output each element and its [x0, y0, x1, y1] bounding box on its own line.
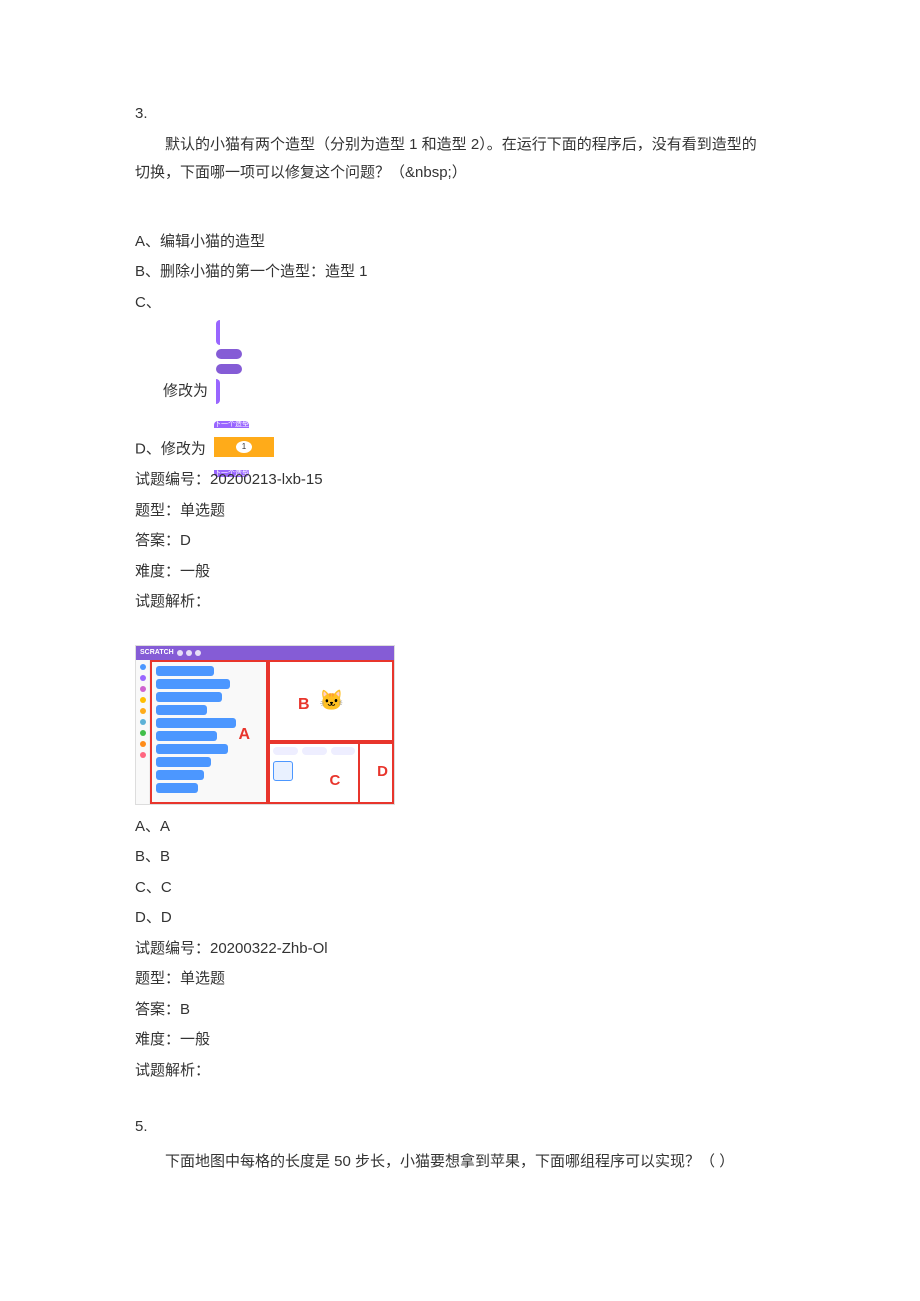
q4-option-d: D、D — [135, 904, 810, 933]
category-column — [136, 660, 150, 804]
q3-body: 默认的小猫有两个造型（分别为造型 1 和造型 2）。在运行下面的程序后，没有看到… — [135, 131, 810, 188]
q3-prompt-line1: 默认的小猫有两个造型（分别为造型 1 和造型 2）。在运行下面的程序后，没有看到… — [135, 131, 810, 160]
q3-option-c-label: 修改为 — [163, 383, 208, 400]
scratch-block-image-c — [216, 319, 265, 406]
q4-meta-answer: 答案：B — [135, 996, 810, 1025]
q3-option-b: B、删除小猫的第一个造型：造型 1 — [135, 258, 810, 287]
q5-number: 5. — [135, 1113, 810, 1142]
q3-option-d: D、修改为 下一个造型 1 下一个造型 — [135, 408, 810, 464]
q3-option-c: 修改为 — [135, 319, 810, 406]
region-label-b: B — [298, 690, 310, 720]
scratch-logo: SCRATCH — [140, 646, 174, 659]
sprite-pane-region-c: C — [268, 744, 360, 804]
q4-option-a: A、A — [135, 813, 810, 842]
region-label-a: A — [238, 720, 250, 750]
q3-option-c-prefix: C、 — [135, 289, 810, 318]
scratch-topbar: SCRATCH — [136, 646, 394, 660]
block-d-mid-text: 1 — [236, 441, 252, 453]
q4-meta-explanation: 试题解析： — [135, 1057, 810, 1086]
region-label-c: C — [329, 767, 340, 796]
q3-meta-answer: 答案：D — [135, 527, 810, 556]
q4-meta-id: 试题编号：20200322-Zhb-Ol — [135, 935, 810, 964]
q4-meta-type: 题型：单选题 — [135, 965, 810, 994]
q4-option-c: C、C — [135, 874, 810, 903]
q3-option-a: A、编辑小猫的造型 — [135, 228, 810, 257]
q3-options: A、编辑小猫的造型 B、删除小猫的第一个造型：造型 1 C、 修改为 D、修改为… — [135, 228, 810, 465]
q3-option-d-label: D、修改为 — [135, 441, 206, 458]
q3-meta-type: 题型：单选题 — [135, 497, 810, 526]
stage-thumb-region-d: D — [360, 744, 394, 804]
q5-prompt: 下面地图中每格的长度是 50 步长，小猫要想拿到苹果，下面哪组程序可以实现？（ … — [135, 1148, 810, 1177]
q3-meta-id: 试题编号：20200213-lxb-15 — [135, 466, 810, 495]
blocks-palette-region-a: A — [150, 660, 268, 804]
q4-meta-difficulty: 难度：一般 — [135, 1026, 810, 1055]
block-d-top-text: 下一个造型 — [214, 421, 249, 428]
cat-sprite-icon: 🐱 — [319, 682, 343, 720]
q3-prompt-line2: 切换，下面哪一项可以修复这个问题？（&nbsp;） — [135, 164, 467, 181]
q3-meta-explanation: 试题解析： — [135, 588, 810, 617]
scratch-editor-screenshot: SCRATCH A — [135, 645, 395, 805]
q3-number: 3. — [135, 100, 810, 129]
stage-region-b: 🐱 B — [268, 660, 394, 742]
region-label-d: D — [377, 758, 388, 787]
q4-option-b: B、B — [135, 843, 810, 872]
scratch-block-image-d: 下一个造型 1 下一个造型 — [214, 408, 274, 464]
q3-meta-difficulty: 难度：一般 — [135, 558, 810, 587]
